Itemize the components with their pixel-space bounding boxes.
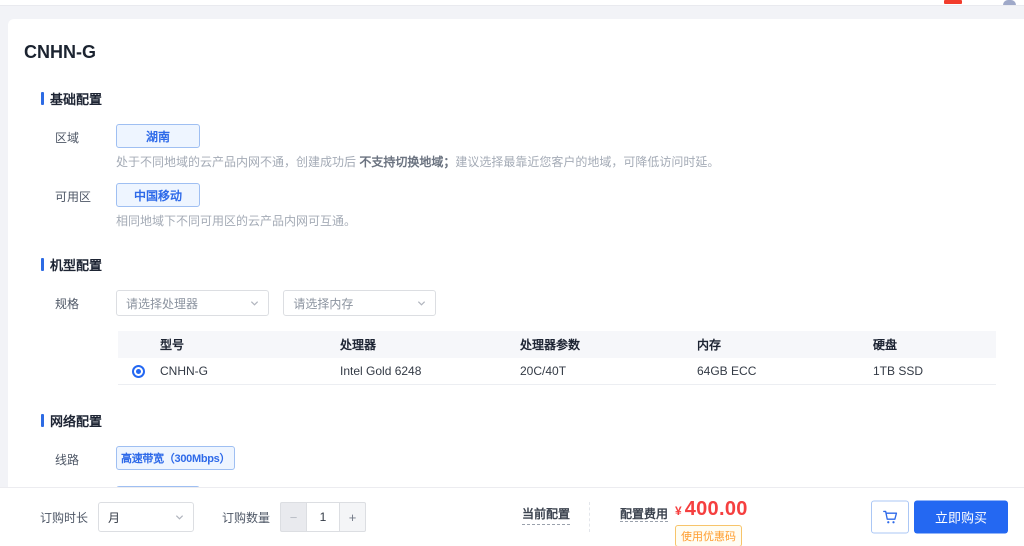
page-title: CNHN-G [24,42,96,62]
spec-label: 规格 [55,297,80,311]
section-title-bar [41,258,44,271]
cpu-select[interactable]: 请选择处理器 [116,290,269,316]
line-label: 线路 [55,452,80,467]
price-amount: 400.00 [684,498,748,520]
fee-label: 配置费用 [620,507,669,522]
memory-select-placeholder: 请选择内存 [293,296,354,311]
zone-row: 可用区 中国移动 相同地域下不同可用区的云产品内网可互通。 [55,183,1010,229]
zone-option-china-mobile[interactable]: 中国移动 [116,183,200,207]
cell-disk: 1TB SSD [871,358,996,385]
section-machine-title-text: 机型配置 [50,258,103,273]
memory-select[interactable]: 请选择内存 [283,290,437,316]
quantity-decrease-button[interactable]: − [280,502,307,532]
top-navbar-fragment [0,0,1024,6]
footer-actions: 立即购买 [871,500,1008,534]
quantity-input[interactable] [306,502,341,532]
avatar-fragment [1003,0,1016,5]
quantity-increase-button[interactable]: + [340,502,367,532]
duration-select-value: 月 [108,510,121,525]
cell-cpu: Intel Gold 6248 [338,358,518,385]
footer-divider [589,502,590,532]
region-help-text: 处于不同地域的云产品内网不通，创建成功后 不支持切换地域；建议选择最靠近您客户的… [116,155,720,169]
cell-cpu-params: 20C/40T [518,358,695,385]
zone-help-text: 相同地域下不同可用区的云产品内网可互通。 [116,214,357,228]
table-header-cpu-params: 处理器参数 [518,331,695,358]
radio-selected-icon[interactable] [131,364,145,378]
quantity-stepper: − + [280,502,367,532]
cart-button[interactable] [871,500,909,534]
region-row: 区域 湖南 处于不同地域的云产品内网不通，创建成功后 不支持切换地域；建议选择最… [55,124,1010,170]
line-row: 线路 高速带宽（300Mbps） [55,445,1010,470]
table-row[interactable]: CNHN-G Intel Gold 6248 20C/40T 64GB ECC … [118,358,996,385]
table-header-row: 型号 处理器 处理器参数 内存 硬盘 [118,331,996,358]
region-option-hunan[interactable]: 湖南 [116,124,200,148]
table-header-disk: 硬盘 [871,331,996,358]
section-basic-title-text: 基础配置 [50,92,103,107]
duration-group: 订购时长 月 [40,502,195,532]
region-label: 区域 [55,131,80,145]
line-option-highspeed[interactable]: 高速带宽（300Mbps） [116,445,236,470]
table-header-model: 型号 [158,331,338,358]
section-network-title: 网络配置 [41,411,1010,430]
duration-label: 订购时长 [40,510,89,525]
price-display: ¥ 400.00 [675,498,748,521]
section-machine-title: 机型配置 [41,255,1010,274]
cpu-select-placeholder: 请选择处理器 [126,296,199,311]
chevron-down-icon [175,514,184,520]
cell-memory: 64GB ECC [695,358,871,385]
table-header-radio [118,331,158,358]
currency-symbol: ¥ [675,504,682,518]
cart-icon [882,510,897,524]
table-header-memory: 内存 [695,331,871,358]
section-basic-title: 基础配置 [41,89,1010,108]
current-config-link[interactable]: 当前配置 [522,507,571,525]
table-header-cpu: 处理器 [338,331,518,358]
quantity-label: 订购数量 [222,510,271,525]
coupon-code-button[interactable]: 使用优惠码 [675,525,743,546]
section-title-bar [41,413,44,427]
order-footer-bar: 订购时长 月 订购数量 − + 当前配置 配置费用 ¥ 400.00 使用优惠码 [0,487,1024,546]
notification-badge-fragment [944,0,962,4]
machine-type-table: 型号 处理器 处理器参数 内存 硬盘 CNHN-G Intel Gold 624… [118,331,996,385]
duration-select[interactable]: 月 [98,502,195,532]
section-title-bar [41,92,44,105]
quantity-group: 订购数量 − + [222,502,367,532]
section-basic-config: 基础配置 区域 湖南 处于不同地域的云产品内网不通，创建成功后 不支持切换地域；… [16,89,1010,229]
spec-row: 规格 请选择处理器 请选择内存 [55,290,1010,316]
buy-now-button[interactable]: 立即购买 [914,500,1008,534]
product-config-card: CNHN-G 基础配置 区域 湖南 处于不同地域的云产品内网不通，创建成功后 不… [8,19,1024,546]
section-machine-config: 机型配置 规格 请选择处理器 请选择内存 型号 处理器 处理器参数 内存 硬盘 … [16,255,1010,385]
cell-model: CNHN-G [158,358,338,385]
section-network-title-text: 网络配置 [50,413,103,429]
chevron-down-icon [418,300,426,306]
current-config-group: 当前配置 [522,505,571,525]
zone-label: 可用区 [55,190,92,204]
chevron-down-icon [250,300,259,306]
fee-group: 配置费用 ¥ 400.00 使用优惠码 [620,498,748,546]
